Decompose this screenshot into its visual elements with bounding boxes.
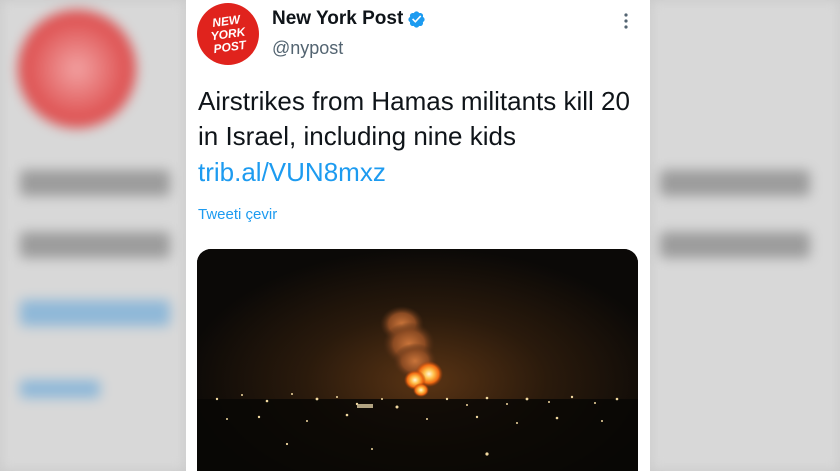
blurred-text-bar [20,232,170,258]
blurred-link-bar [20,300,170,326]
blurred-link-bar [20,380,100,398]
tweet-media-image[interactable] [197,249,638,471]
translate-tweet-button[interactable]: Tweeti çevir [198,206,277,223]
night-explosion-photo [197,249,638,471]
blurred-logo [18,10,136,128]
blurred-text-bar [660,170,810,196]
account-handle[interactable]: @nypost [272,38,343,59]
verified-badge-icon [408,10,425,28]
account-name[interactable]: New York Post [272,8,403,30]
blurred-text-bar [660,232,810,258]
tweet-text: Airstrikes from Hamas militants kill 20 … [198,86,630,151]
blurred-background-right [650,0,840,471]
account-name-row: New York Post [272,8,426,30]
blurred-text-bar [20,170,170,196]
blurred-background-left [0,0,186,471]
tweet-link[interactable]: trib.al/VUN8mxz [198,155,386,190]
more-options-icon[interactable] [620,10,632,32]
nypost-logo-icon: NEW YORK POST [210,12,249,56]
tweet-card: NEW YORK POST New York Post @nypost Airs… [186,0,650,471]
avatar[interactable]: NEW YORK POST [197,3,259,65]
